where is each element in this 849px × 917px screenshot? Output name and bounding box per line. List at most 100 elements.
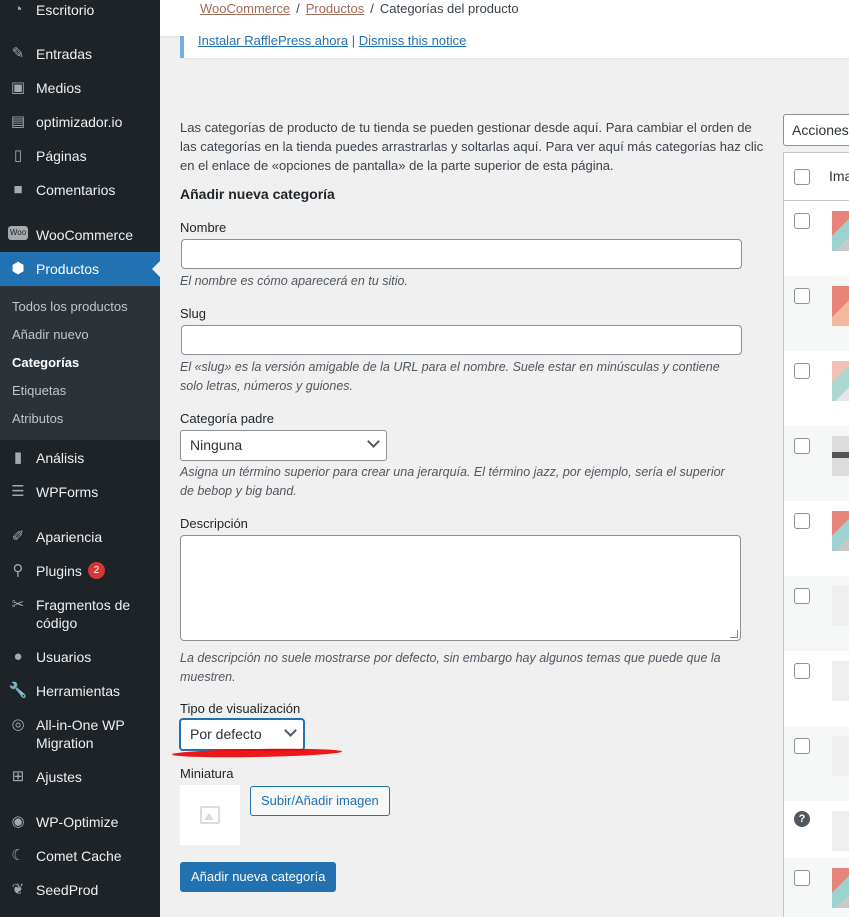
slug-help: El «slug» es la versión amigable de la U… xyxy=(180,360,720,393)
description-help: La descripción no suele mostrarse por de… xyxy=(180,651,721,684)
image-placeholder-icon xyxy=(832,661,849,701)
category-thumbnail xyxy=(832,868,849,908)
media-icon: ▣ xyxy=(10,79,26,96)
help-icon[interactable]: ? xyxy=(794,811,810,827)
plugins-icon: ⚲ xyxy=(12,562,24,579)
table-header: Imagen xyxy=(784,153,849,201)
row-checkbox[interactable] xyxy=(794,363,810,379)
breadcrumb-separator: / xyxy=(296,1,300,16)
submenu-anadir-nuevo[interactable]: Añadir nuevo xyxy=(12,327,89,342)
parent-category-value: Ninguna xyxy=(190,437,243,453)
display-type-select[interactable]: Por defecto xyxy=(180,719,304,750)
image-placeholder-icon xyxy=(200,806,220,824)
seedprod-icon: ❦ xyxy=(11,881,25,898)
scissors-icon: ✂ xyxy=(11,596,25,613)
breadcrumb-productos[interactable]: Productos xyxy=(306,1,365,16)
menu-item-productos[interactable]: ⬢ Productos xyxy=(0,252,160,286)
category-thumbnail xyxy=(832,436,849,476)
menu-item-wpforms[interactable]: ☰ WPForms xyxy=(0,483,160,501)
pin-icon: ✎ xyxy=(11,45,25,62)
breadcrumb-current: Categorías del producto xyxy=(379,1,519,16)
comet-cache-icon: ☾ xyxy=(11,847,25,864)
breadcrumb-woocommerce[interactable]: WooCommerce xyxy=(200,1,290,16)
table-row xyxy=(784,201,849,276)
submenu-etiquetas[interactable]: Etiquetas xyxy=(12,383,66,398)
parent-help: Asigna un término superior para crear un… xyxy=(180,465,725,498)
description-label: Descripción xyxy=(180,516,248,531)
menu-item-wp-optimize[interactable]: ◉ WP-Optimize xyxy=(0,813,160,831)
menu-item-migration[interactable]: ◎ All-in-One WP Migration xyxy=(0,716,160,752)
menu-item-ajustes[interactable]: ⊞ Ajustes xyxy=(0,768,160,786)
table-row xyxy=(784,726,849,801)
menu-item-seedprod[interactable]: ❦ SeedProd xyxy=(0,881,160,899)
menu-item-comet-cache[interactable]: ☾ Comet Cache xyxy=(0,847,160,865)
menu-item-comentarios[interactable]: ■ Comentarios xyxy=(0,181,160,199)
table-row xyxy=(784,576,849,651)
image-placeholder-icon xyxy=(832,811,849,851)
menu-item-escritorio[interactable]: ◔ Escritorio xyxy=(0,1,160,19)
menu-item-plugins[interactable]: ⚲ Plugins 2 xyxy=(0,562,160,580)
chevron-down-icon xyxy=(284,724,297,737)
parent-category-select[interactable]: Ninguna xyxy=(180,430,387,461)
table-row xyxy=(784,858,849,917)
productos-submenu: Todos los productos Añadir nuevo Categor… xyxy=(0,286,160,440)
bulk-actions-select[interactable]: Acciones en lote xyxy=(783,114,849,146)
menu-item-paginas[interactable]: ▯ Páginas xyxy=(0,147,160,165)
categories-table: Imagen ? xyxy=(783,152,849,917)
row-checkbox[interactable] xyxy=(794,438,810,454)
chevron-down-icon xyxy=(367,435,380,448)
slug-label: Slug xyxy=(180,306,207,321)
menu-item-fragmentos[interactable]: ✂ Fragmentos de código xyxy=(0,596,160,632)
menu-item-usuarios[interactable]: ● Usuarios xyxy=(0,648,160,666)
row-checkbox[interactable] xyxy=(794,663,810,679)
table-row xyxy=(784,501,849,576)
settings-icon: ⊞ xyxy=(11,768,25,785)
plugins-update-badge: 2 xyxy=(87,562,105,579)
menu-item-apariencia[interactable]: ✐ Apariencia xyxy=(0,528,160,546)
table-row xyxy=(784,651,849,726)
submenu-atributos[interactable]: Atributos xyxy=(12,411,63,426)
category-thumbnail xyxy=(832,361,849,401)
name-input[interactable] xyxy=(181,239,742,269)
optimizer-icon: ▤ xyxy=(10,113,26,130)
select-all-checkbox[interactable] xyxy=(794,169,810,185)
users-icon: ● xyxy=(13,648,23,665)
row-checkbox[interactable] xyxy=(794,513,810,529)
description-textarea[interactable] xyxy=(180,535,741,641)
install-rafflepress-link[interactable]: Instalar RafflePress ahora xyxy=(198,33,348,48)
submenu-todos-productos[interactable]: Todos los productos xyxy=(12,299,128,314)
wpforms-icon: ☰ xyxy=(11,483,25,500)
menu-item-herramientas[interactable]: 🔧 Herramientas xyxy=(0,682,160,700)
analytics-icon: ▮ xyxy=(13,449,23,466)
menu-item-entradas[interactable]: ✎ Entradas xyxy=(0,45,160,63)
column-image-header[interactable]: Imagen xyxy=(829,168,849,184)
woocommerce-header: WooCommerce / Productos / Categorías del pro… xyxy=(160,0,849,36)
category-thumbnail xyxy=(832,211,849,251)
rafflepress-notice: Instalar RafflePress ahora | Dismiss thi… xyxy=(180,33,849,58)
resize-grip-icon[interactable] xyxy=(730,630,738,638)
products-box-icon: ⬢ xyxy=(11,260,25,277)
row-checkbox[interactable] xyxy=(794,870,810,886)
comments-icon: ■ xyxy=(13,181,23,198)
upload-image-button[interactable]: Subir/Añadir imagen xyxy=(250,786,390,816)
breadcrumb-separator: / xyxy=(370,1,374,16)
table-row xyxy=(784,426,849,501)
menu-item-analisis[interactable]: ▮ Análisis xyxy=(0,449,160,467)
dismiss-notice-link[interactable]: Dismiss this notice xyxy=(359,33,467,48)
row-checkbox[interactable] xyxy=(794,213,810,229)
row-checkbox[interactable] xyxy=(794,288,810,304)
category-thumbnail xyxy=(832,511,849,551)
add-category-button[interactable]: Añadir nueva categoría xyxy=(180,862,337,892)
admin-sidebar: ◔ Escritorio ✎ Entradas ▣ Medios ▤ optimizad… xyxy=(0,0,160,917)
parent-label: Categoría padre xyxy=(180,411,274,426)
name-help: El nombre es cómo aparecerá en tu sitio. xyxy=(180,274,408,288)
display-type-value: Por defecto xyxy=(190,726,262,742)
row-checkbox[interactable] xyxy=(794,738,810,754)
row-checkbox[interactable] xyxy=(794,588,810,604)
menu-item-medios[interactable]: ▣ Medios xyxy=(0,79,160,97)
dashboard-icon: ◔ xyxy=(13,1,23,18)
slug-input[interactable] xyxy=(181,325,742,355)
menu-item-woocommerce[interactable]: Woo WooCommerce xyxy=(0,226,160,244)
submenu-categorias[interactable]: Categorías xyxy=(12,355,79,370)
menu-item-optimizador[interactable]: ▤ optimizador.io xyxy=(0,113,160,131)
